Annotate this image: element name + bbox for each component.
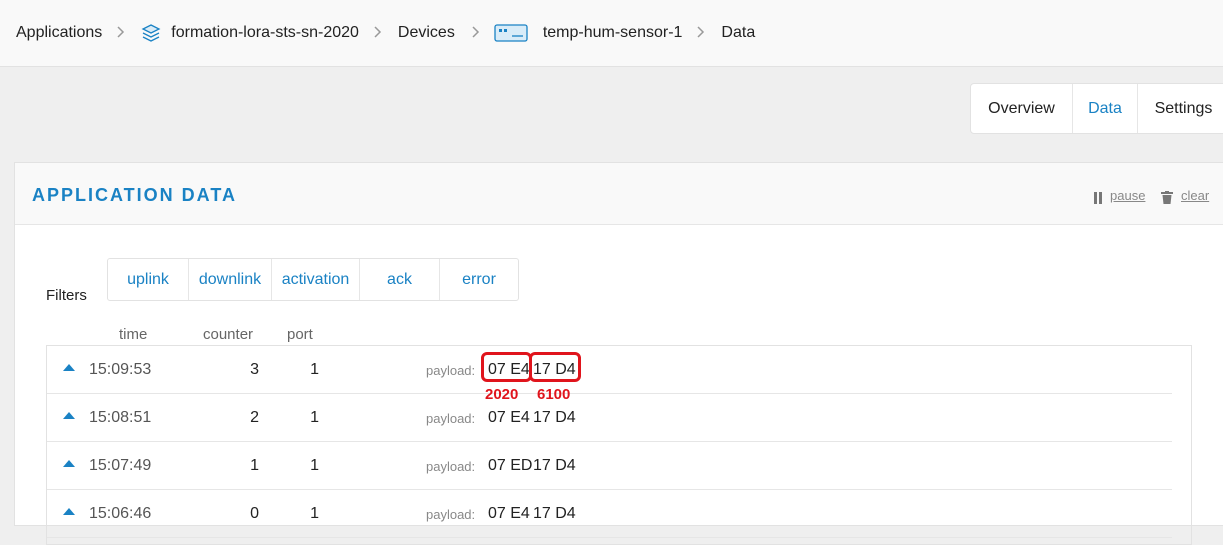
row-counter: 2 xyxy=(250,409,259,426)
payload-bytes-1: 07 E4 xyxy=(488,505,530,522)
row-counter: 1 xyxy=(250,457,259,474)
table-row[interactable]: 15:08:51 2 1 payload: 07 E4 17 D4 xyxy=(47,394,1172,442)
highlight-box-year xyxy=(481,352,532,382)
payload-bytes-1: 07 E4 xyxy=(488,409,530,426)
tab-data[interactable]: Data xyxy=(1072,84,1137,133)
filter-activation[interactable]: activation xyxy=(271,259,359,300)
device-tabs: Overview Data Settings xyxy=(970,83,1223,134)
filter-ack[interactable]: ack xyxy=(359,259,439,300)
breadcrumb-devices[interactable]: Devices xyxy=(398,24,455,42)
annotation-value: 6100 xyxy=(537,386,571,403)
clear-button[interactable]: clear xyxy=(1181,188,1209,203)
panel-title: APPLICATION DATA xyxy=(32,185,237,205)
filter-uplink[interactable]: uplink xyxy=(108,259,188,300)
breadcrumb-application[interactable]: formation-lora-sts-sn-2020 xyxy=(171,24,359,42)
payload-bytes-1: 07 ED xyxy=(488,457,533,474)
filter-group: uplink downlink activation ack error xyxy=(107,258,519,301)
tab-overview[interactable]: Overview xyxy=(971,84,1072,133)
highlight-box-value xyxy=(529,352,581,382)
column-port: port xyxy=(287,326,313,343)
chevron-right-icon xyxy=(696,25,705,42)
row-port: 1 xyxy=(310,505,319,522)
row-time: 15:09:53 xyxy=(89,361,152,378)
data-table: 15:09:53 3 1 payload: 07 E4 17 D4 15:08:… xyxy=(46,345,1192,545)
tab-settings[interactable]: Settings xyxy=(1137,84,1223,133)
row-time: 15:08:51 xyxy=(89,409,152,426)
device-icon xyxy=(494,22,528,44)
pause-icon[interactable] xyxy=(1093,192,1103,204)
breadcrumb: Applications formation-lora-sts-sn-2020 … xyxy=(0,0,1223,67)
payload-bytes-2: 17 D4 xyxy=(533,409,576,426)
breadcrumb-data: Data xyxy=(721,24,756,41)
table-row[interactable]: 15:07:49 1 1 payload: 07 ED 17 D4 xyxy=(47,442,1172,490)
breadcrumb-device[interactable]: temp-hum-sensor-1 xyxy=(543,24,683,42)
row-time: 15:07:49 xyxy=(89,457,152,474)
row-time: 15:06:46 xyxy=(89,505,152,522)
row-counter: 3 xyxy=(250,361,259,378)
payload-label: payload: xyxy=(426,363,476,378)
pause-button[interactable]: pause xyxy=(1110,188,1145,203)
application-data-panel: APPLICATION DATA pause clear Filters upl… xyxy=(14,162,1223,545)
filter-downlink[interactable]: downlink xyxy=(188,259,271,300)
table-row[interactable]: 15:09:53 3 1 payload: 07 E4 17 D4 xyxy=(47,346,1172,394)
uplink-arrow-icon xyxy=(63,508,75,515)
panel-header: APPLICATION DATA pause clear xyxy=(15,163,1223,225)
row-port: 1 xyxy=(310,457,319,474)
payload-bytes-2: 17 D4 xyxy=(533,505,576,522)
row-port: 1 xyxy=(310,409,319,426)
annotation-year: 2020 xyxy=(485,386,519,403)
filter-error[interactable]: error xyxy=(439,259,518,300)
payload-label: payload: xyxy=(426,507,476,522)
row-port: 1 xyxy=(310,361,319,378)
layers-icon xyxy=(141,23,161,43)
trash-icon[interactable] xyxy=(1161,191,1173,204)
chevron-right-icon xyxy=(116,25,125,42)
table-row[interactable]: 15:06:46 0 1 payload: 07 E4 17 D4 xyxy=(47,490,1172,538)
payload-bytes-2: 17 D4 xyxy=(533,457,576,474)
uplink-arrow-icon xyxy=(63,460,75,467)
filters-label: Filters xyxy=(46,287,87,304)
uplink-arrow-icon xyxy=(63,412,75,419)
column-counter: counter xyxy=(203,326,254,343)
payload-label: payload: xyxy=(426,459,476,474)
uplink-arrow-icon xyxy=(63,364,75,371)
chevron-right-icon xyxy=(471,25,480,42)
column-time: time xyxy=(119,326,148,343)
row-counter: 0 xyxy=(250,505,259,522)
payload-label: payload: xyxy=(426,411,476,426)
chevron-right-icon xyxy=(373,25,382,42)
breadcrumb-applications[interactable]: Applications xyxy=(16,24,102,42)
